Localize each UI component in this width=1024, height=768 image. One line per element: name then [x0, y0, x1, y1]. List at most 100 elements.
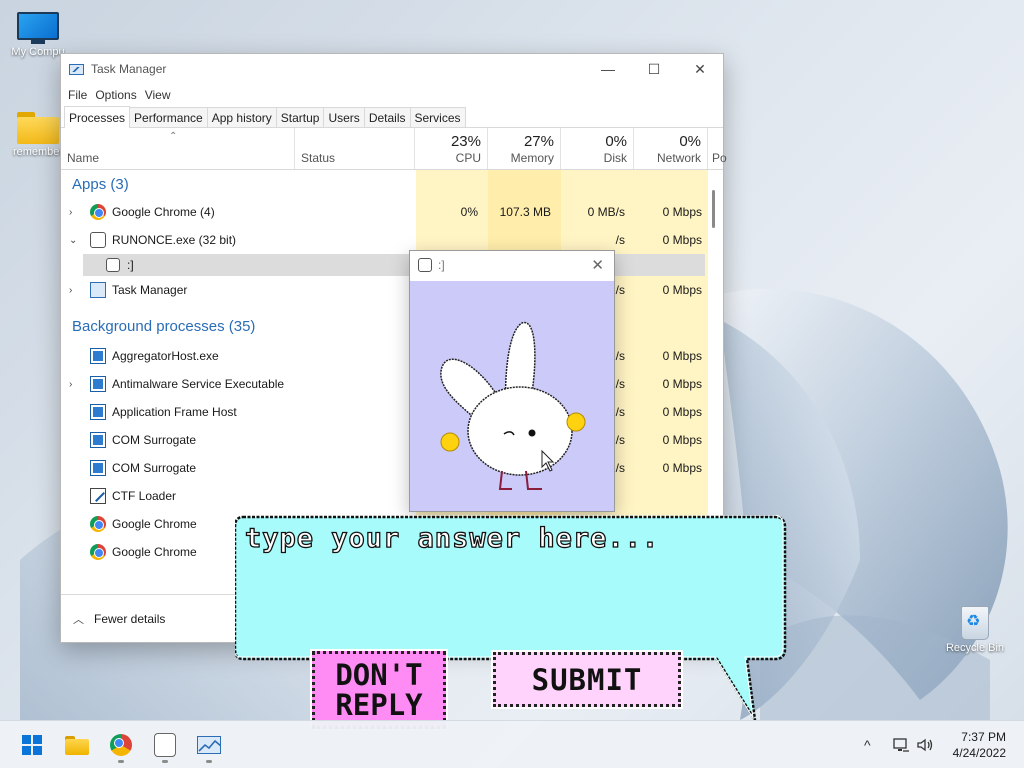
column-network-label: Network	[656, 151, 701, 165]
chrome-icon	[90, 204, 106, 220]
tab-processes[interactable]: Processes	[64, 106, 131, 128]
process-name: Google Chrome (4)	[112, 205, 215, 219]
tab-app-history[interactable]: App history	[206, 107, 277, 127]
disk-value: /s	[615, 405, 625, 419]
bunny-app-icon	[90, 232, 106, 248]
tab-details[interactable]: Details	[363, 107, 411, 127]
process-name: Task Manager	[112, 283, 188, 297]
tray-overflow-chevron[interactable]: ^	[864, 737, 871, 753]
app-window-icon	[90, 432, 106, 448]
column-header-cpu[interactable]: 23% CPU	[415, 128, 488, 169]
disk-value: /s	[615, 461, 625, 475]
process-name: Google Chrome	[112, 545, 197, 559]
recycle-bin-icon: ♻	[957, 600, 993, 640]
column-disk-label: Disk	[603, 151, 627, 165]
network-value: 0 Mbps	[662, 461, 702, 475]
desktop-icon-label: Recycle Bin	[945, 642, 1005, 654]
column-name-label: Name	[67, 151, 100, 165]
system-clock[interactable]: 7:37 PM 4/24/2022	[953, 729, 1006, 761]
taskbar-task-manager[interactable]	[191, 727, 227, 763]
menu-view[interactable]: View	[144, 88, 178, 102]
group-header-apps[interactable]: Apps (3)	[61, 170, 705, 198]
process-name: RUNONCE.exe (32 bit)	[112, 233, 237, 247]
bunny-popup-window: :] ✕	[409, 250, 615, 512]
scrollbar-thumb[interactable]	[712, 190, 715, 228]
folder-icon	[17, 112, 59, 144]
column-header-power[interactable]: Po	[708, 128, 727, 169]
column-power-label: Po	[712, 151, 727, 165]
windows-logo-icon	[22, 735, 42, 755]
task-manager-icon	[69, 63, 84, 75]
desktop-icon-my-computer[interactable]: My Compu	[0, 12, 76, 58]
maximize-button[interactable]: ☐	[631, 54, 677, 84]
sort-ascending-icon: ⌃	[169, 131, 178, 142]
menu-options[interactable]: Options	[94, 88, 143, 102]
bunny-app-icon	[154, 733, 176, 757]
menu-bar: File Options View	[61, 84, 723, 106]
column-cpu-label: CPU	[455, 151, 481, 165]
chrome-icon	[110, 734, 132, 756]
bunny-illustration	[410, 281, 614, 511]
tab-services[interactable]: Services	[409, 107, 466, 127]
network-icon[interactable]	[892, 721, 910, 768]
folder-icon	[65, 735, 89, 755]
chevron-up-icon[interactable]: ︿	[73, 611, 84, 627]
clock-date: 4/24/2022	[952, 746, 1006, 760]
expand-chevron-icon[interactable]: ›	[69, 285, 79, 296]
taskbar-chrome[interactable]	[103, 727, 139, 763]
expand-chevron-icon[interactable]: ›	[69, 207, 79, 218]
taskbar-bunny-app[interactable]	[147, 727, 183, 763]
tab-strip: Processes Performance App history Startu…	[61, 106, 723, 128]
answer-speech-bubble	[235, 515, 787, 721]
app-window-icon	[90, 376, 106, 392]
process-name: Antimalware Service Executable	[112, 377, 285, 391]
network-total-percent: 0%	[679, 133, 701, 150]
clock-time: 7:37 PM	[961, 730, 1006, 744]
column-header-name[interactable]: ⌃ Name	[61, 128, 295, 169]
table-row[interactable]: › Google Chrome (4) 0% 107.3 MB 0 MB/s 0…	[61, 198, 705, 226]
volume-icon[interactable]	[916, 721, 934, 768]
taskbar-file-explorer[interactable]	[59, 727, 95, 763]
popup-close-button[interactable]: ✕	[591, 256, 604, 274]
answer-input[interactable]	[245, 523, 770, 643]
dont-reply-button[interactable]: DON'T REPLY	[310, 649, 448, 731]
group-background-label: Background processes (35)	[72, 317, 256, 335]
chrome-icon	[90, 516, 106, 532]
expand-chevron-icon[interactable]: ›	[69, 379, 79, 390]
menu-file[interactable]: File	[67, 88, 94, 102]
minimize-button[interactable]: —	[585, 54, 631, 84]
title-bar[interactable]: Task Manager — ☐ ✕	[61, 54, 723, 84]
column-header-row: ⌃ Name Status 23% CPU 27% Memory 0% Disk…	[61, 128, 727, 170]
submit-button[interactable]: SUBMIT	[491, 650, 683, 709]
column-header-network[interactable]: 0% Network	[634, 128, 708, 169]
desktop-icon-recycle-bin[interactable]: ♻ Recycle Bin	[937, 600, 1013, 654]
cpu-value: 0%	[460, 205, 478, 219]
process-name: COM Surrogate	[112, 461, 197, 475]
popup-title-bar[interactable]: :] ✕	[410, 251, 614, 279]
network-value: 0 Mbps	[662, 283, 702, 297]
collapse-chevron-icon[interactable]: ⌄	[69, 235, 79, 246]
process-name: COM Surrogate	[112, 433, 197, 447]
column-header-status[interactable]: Status	[295, 128, 415, 169]
network-value: 0 Mbps	[662, 405, 702, 419]
start-button[interactable]	[14, 727, 50, 763]
column-header-disk[interactable]: 0% Disk	[561, 128, 634, 169]
network-value: 0 Mbps	[662, 433, 702, 447]
column-status-label: Status	[301, 151, 336, 165]
column-header-memory[interactable]: 27% Memory	[488, 128, 561, 169]
network-value: 0 Mbps	[662, 377, 702, 391]
monitor-icon	[17, 12, 59, 44]
network-value: 0 Mbps	[662, 205, 702, 219]
app-window-icon	[90, 348, 106, 364]
process-name: AggregatorHost.exe	[112, 349, 219, 363]
tab-startup[interactable]: Startup	[275, 107, 325, 127]
column-memory-label: Memory	[510, 151, 554, 165]
fewer-details-link[interactable]: Fewer details	[94, 612, 165, 626]
disk-value: /s	[615, 349, 625, 363]
process-name: CTF Loader	[112, 489, 177, 503]
close-button[interactable]: ✕	[677, 54, 723, 84]
tab-performance[interactable]: Performance	[129, 107, 208, 127]
popup-title: :]	[438, 258, 445, 272]
memory-value: 107.3 MB	[499, 205, 551, 219]
tab-users[interactable]: Users	[323, 107, 365, 127]
